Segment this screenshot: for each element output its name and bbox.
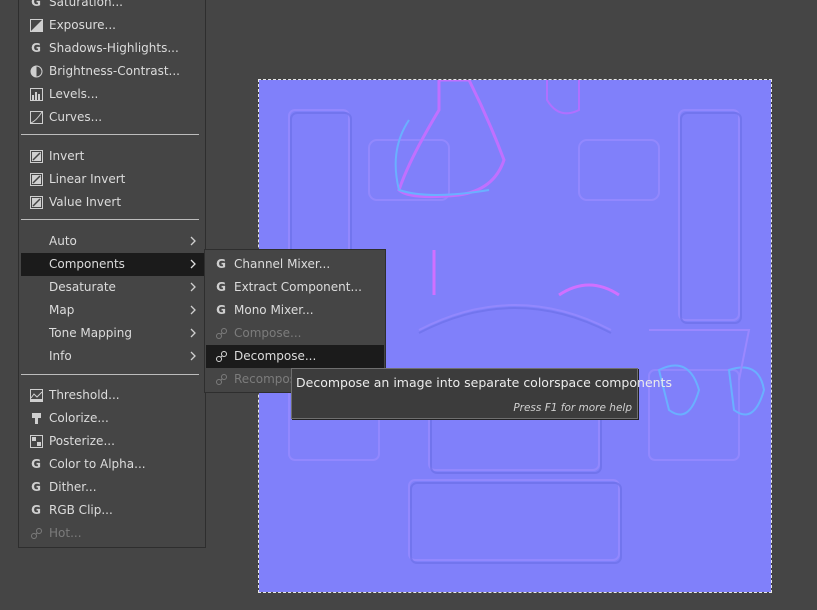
menu-item-auto[interactable]: Auto xyxy=(21,230,205,253)
menu-item-label: Hot... xyxy=(49,526,82,540)
plugin-icon xyxy=(214,349,228,363)
menu-item-desaturate[interactable]: Desaturate xyxy=(21,276,205,299)
gegl-icon: G xyxy=(31,457,41,471)
colorize-icon xyxy=(29,411,43,425)
menu-item-label: Info xyxy=(49,349,72,363)
menu-item-rgb-clip[interactable]: G RGB Clip... xyxy=(21,499,205,522)
chevron-right-icon xyxy=(189,349,197,363)
colors-menu: G Saturation... Exposure... G Shadows-Hi… xyxy=(18,0,206,548)
menu-separator xyxy=(21,134,199,135)
menu-item-label: Tone Mapping xyxy=(49,326,132,340)
brightness-contrast-icon xyxy=(29,64,43,78)
menu-separator xyxy=(21,219,199,220)
posterize-icon xyxy=(29,434,43,448)
chevron-right-icon xyxy=(189,280,197,294)
menu-separator xyxy=(21,374,199,375)
gegl-icon: G xyxy=(31,480,41,494)
menu-item-label: Levels... xyxy=(49,87,99,101)
menu-item-label: Shadows-Highlights... xyxy=(49,41,179,55)
menu-item-label: Desaturate xyxy=(49,280,116,294)
menu-item-components[interactable]: Components xyxy=(21,253,205,276)
menu-item-curves[interactable]: Curves... xyxy=(21,106,205,129)
invert-icon xyxy=(29,195,43,209)
gegl-icon: G xyxy=(216,280,226,294)
menu-item-label: Curves... xyxy=(49,110,103,124)
tooltip-text: Decompose an image into separate colorsp… xyxy=(296,375,672,390)
submenu-item-compose: Compose... xyxy=(206,322,384,345)
menu-item-label: Dither... xyxy=(49,480,97,494)
menu-item-label: Brightness-Contrast... xyxy=(49,64,180,78)
menu-item-label: Saturation... xyxy=(49,0,123,9)
menu-item-brightness-contrast[interactable]: Brightness-Contrast... xyxy=(21,60,205,83)
menu-item-threshold[interactable]: Threshold... xyxy=(21,384,205,407)
threshold-icon xyxy=(29,388,43,402)
invert-icon xyxy=(29,172,43,186)
menu-item-levels[interactable]: Levels... xyxy=(21,83,205,106)
menu-item-label: Invert xyxy=(49,149,85,163)
plugin-icon xyxy=(29,526,43,540)
menu-item-label: Extract Component... xyxy=(234,280,362,294)
submenu-item-channel-mixer[interactable]: G Channel Mixer... xyxy=(206,253,384,276)
menu-item-colorize[interactable]: Colorize... xyxy=(21,407,205,430)
menu-item-value-invert[interactable]: Value Invert xyxy=(21,191,205,214)
menu-item-label: Mono Mixer... xyxy=(234,303,314,317)
plugin-icon xyxy=(214,326,228,340)
gegl-icon: G xyxy=(31,503,41,517)
menu-item-label: Compose... xyxy=(234,326,302,340)
chevron-right-icon xyxy=(189,234,197,248)
menu-item-label: Exposure... xyxy=(49,18,116,32)
menu-item-label: Components xyxy=(49,257,125,271)
menu-item-map[interactable]: Map xyxy=(21,299,205,322)
menu-item-label: Map xyxy=(49,303,75,317)
menu-item-linear-invert[interactable]: Linear Invert xyxy=(21,168,205,191)
tooltip-help-hint: Press F1 for more help xyxy=(513,402,632,414)
chevron-right-icon xyxy=(189,257,197,271)
menu-item-info[interactable]: Info xyxy=(21,345,205,368)
gegl-icon: G xyxy=(31,41,41,55)
submenu-item-mono-mixer[interactable]: G Mono Mixer... xyxy=(206,299,384,322)
menu-item-label: Decompose... xyxy=(234,349,317,363)
menu-item-label: Value Invert xyxy=(49,195,122,209)
exposure-icon xyxy=(29,18,43,32)
menu-item-label: Posterize... xyxy=(49,434,115,448)
menu-item-label: Auto xyxy=(49,234,77,248)
menu-item-hot: Hot... xyxy=(21,522,205,545)
menu-item-label: Color to Alpha... xyxy=(49,457,146,471)
curves-icon xyxy=(29,110,43,124)
gegl-icon: G xyxy=(31,0,41,9)
menu-item-posterize[interactable]: Posterize... xyxy=(21,430,205,453)
menu-item-invert[interactable]: Invert xyxy=(21,145,205,168)
menu-item-shadows-highlights[interactable]: G Shadows-Highlights... xyxy=(21,37,205,60)
gegl-icon: G xyxy=(216,303,226,317)
menu-item-color-to-alpha[interactable]: G Color to Alpha... xyxy=(21,453,205,476)
menu-item-saturation[interactable]: G Saturation... xyxy=(21,0,205,14)
menu-item-tone-mapping[interactable]: Tone Mapping xyxy=(21,322,205,345)
menu-item-label: RGB Clip... xyxy=(49,503,113,517)
invert-icon xyxy=(29,149,43,163)
menu-item-label: Colorize... xyxy=(49,411,109,425)
menu-item-label: Channel Mixer... xyxy=(234,257,331,271)
gegl-icon: G xyxy=(216,257,226,271)
menu-item-label: Threshold... xyxy=(49,388,120,402)
submenu-item-extract-component[interactable]: G Extract Component... xyxy=(206,276,384,299)
chevron-right-icon xyxy=(189,303,197,317)
menu-item-exposure[interactable]: Exposure... xyxy=(21,14,205,37)
submenu-item-decompose[interactable]: Decompose... xyxy=(206,345,384,368)
tooltip: Decompose an image into separate colorsp… xyxy=(291,368,672,419)
plugin-icon xyxy=(214,372,228,386)
levels-icon xyxy=(29,87,43,101)
chevron-right-icon xyxy=(189,326,197,340)
menu-item-label: Linear Invert xyxy=(49,172,126,186)
menu-item-dither[interactable]: G Dither... xyxy=(21,476,205,499)
